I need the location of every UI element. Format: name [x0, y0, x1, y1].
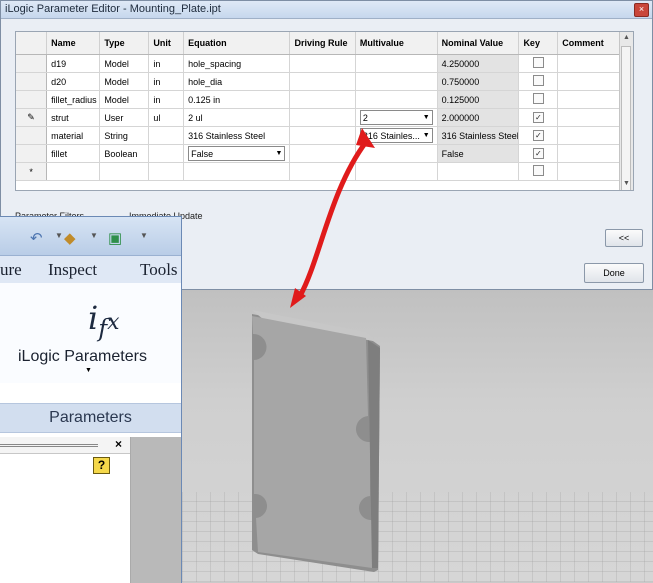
select-icon[interactable]: ▣	[108, 229, 122, 247]
browser-gutter	[131, 437, 181, 583]
tab-feature[interactable]: ure	[0, 260, 22, 280]
help-icon[interactable]: ?	[93, 457, 110, 474]
undo-dropdown-icon[interactable]: ▼	[55, 231, 63, 240]
tab-tools[interactable]: Tools	[140, 260, 178, 280]
parameters-panel-label: Parameters	[0, 403, 181, 433]
material-icon[interactable]: ◆	[64, 229, 76, 247]
ribbon-panel: ↶ ▼ ◆ ▼ ▣ ▼ ure Inspect Tools ifx iLogic…	[0, 216, 182, 583]
ilogic-parameters-button[interactable]: ifx iLogic Parameters ▼	[0, 283, 181, 383]
undo-icon[interactable]: ↶	[30, 229, 43, 247]
ribbon-tabs: ure Inspect Tools	[0, 256, 181, 285]
chevron-down-icon: ▼	[85, 367, 92, 374]
ilogic-parameters-label: iLogic Parameters	[18, 348, 147, 365]
fx-icon: ifx	[88, 299, 120, 343]
material-dropdown-icon[interactable]: ▼	[90, 231, 98, 240]
tab-inspect[interactable]: Inspect	[48, 260, 97, 280]
model-browser: × ?	[0, 437, 131, 583]
browser-header: ×	[0, 437, 130, 454]
close-icon[interactable]: ×	[115, 437, 122, 451]
select-dropdown-icon[interactable]: ▼	[140, 231, 148, 240]
quick-access-toolbar: ↶ ▼ ◆ ▼ ▣ ▼	[0, 217, 181, 256]
grip-icon[interactable]	[0, 444, 98, 447]
